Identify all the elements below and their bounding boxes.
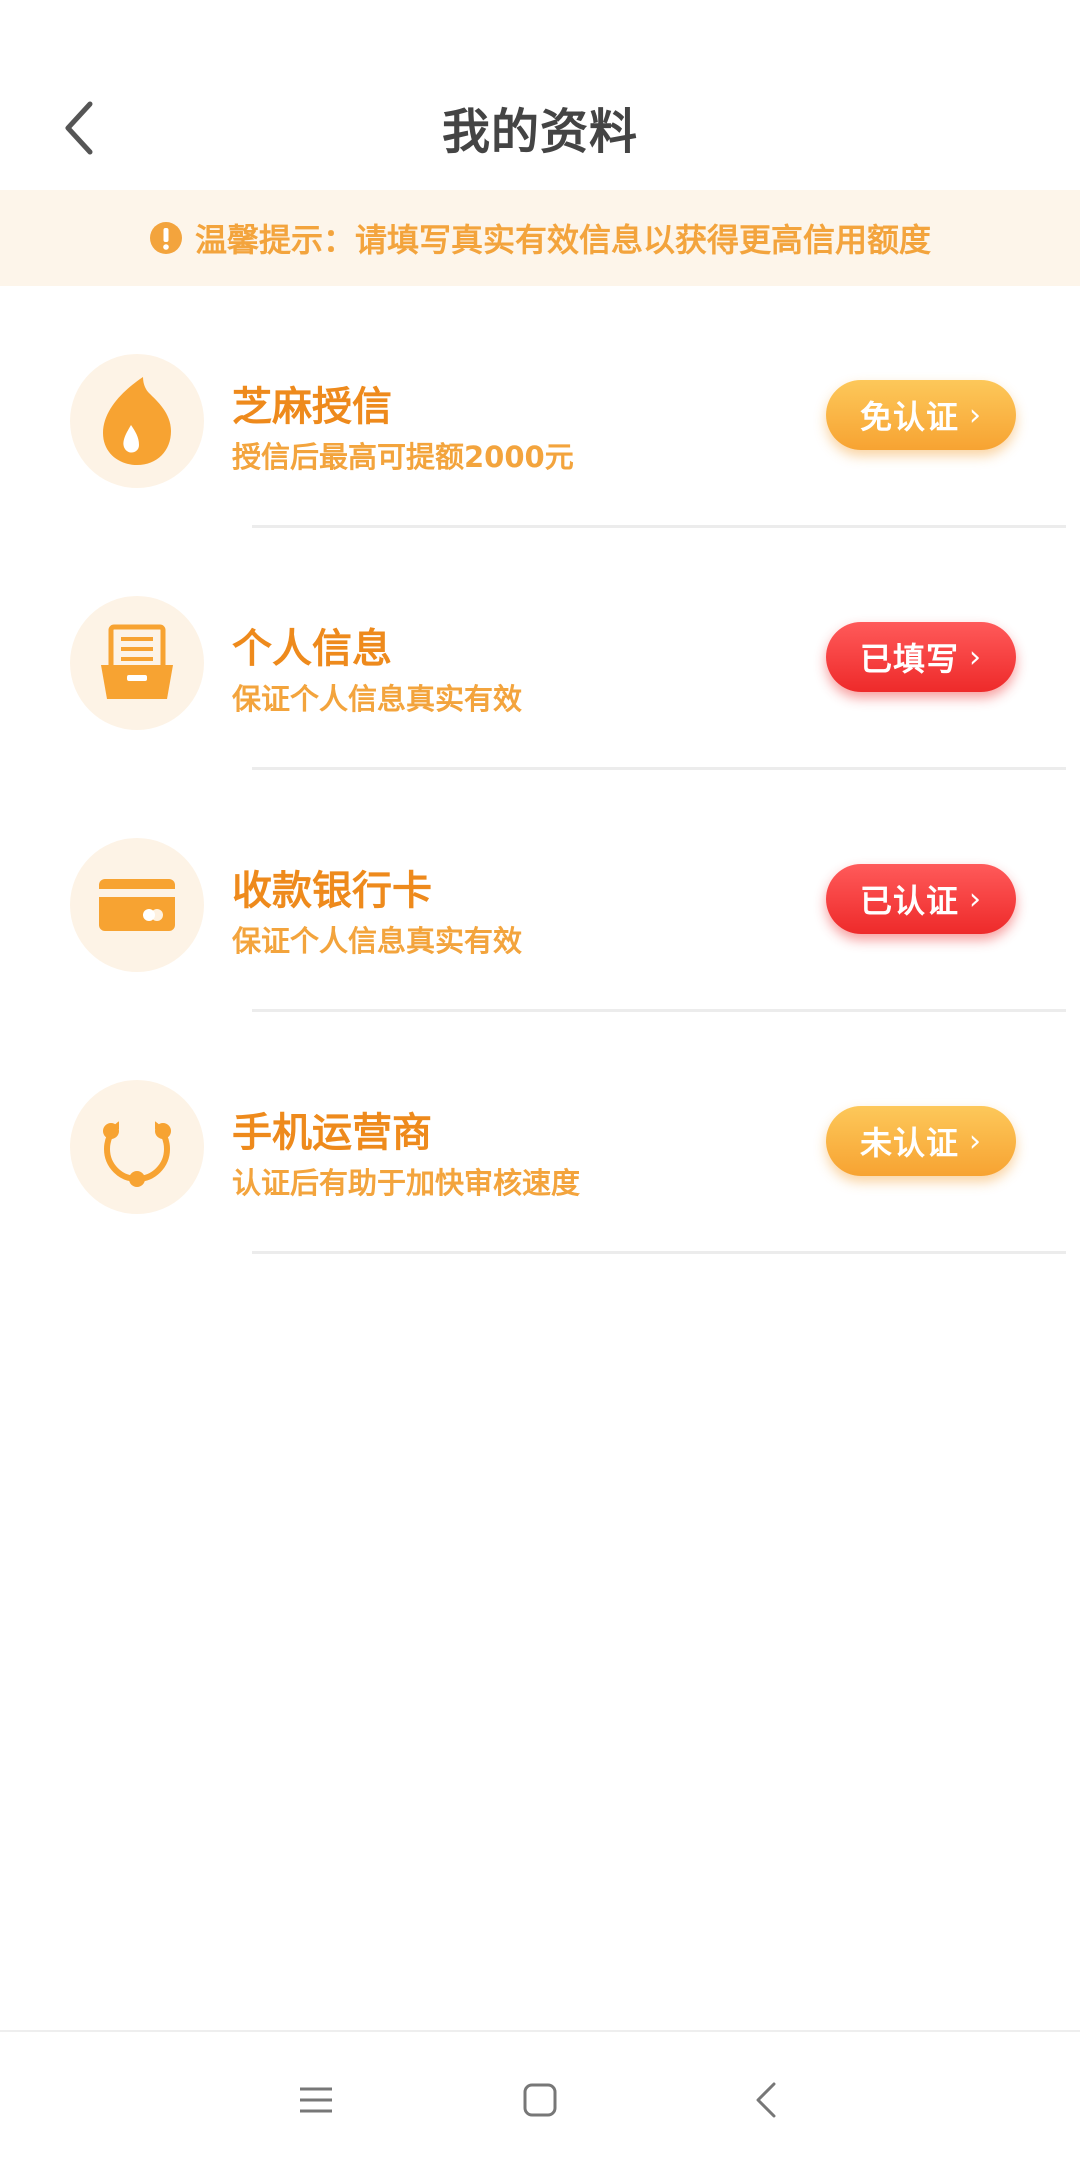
row-icon-container [70,1080,204,1214]
chevron-right-icon: › [969,639,982,675]
row-subtitle: 保证个人信息真实有效 [232,924,523,958]
home-square-icon [523,2083,557,2117]
verify-free-button[interactable]: 免认证 › [826,380,1016,450]
unverified-button[interactable]: 未认证 › [826,1106,1016,1176]
exclamation-circle-icon [149,222,182,254]
list-item-sesame-credit[interactable]: 芝麻授信 授信后最高可提额2000元 免认证 › [0,286,1080,528]
network-nodes-icon [103,1115,171,1187]
row-icon-container [70,596,204,730]
row-subtitle: 认证后有助于加快审核速度 [232,1166,581,1200]
sesame-drop-icon [103,377,171,465]
row-title: 芝麻授信 [232,384,392,430]
system-nav-bar [0,2030,1080,2162]
row-icon-container [70,838,204,972]
profile-list: 芝麻授信 授信后最高可提额2000元 免认证 › 个人信息 保证个人信息真实有效… [0,286,1080,1254]
row-title: 手机运营商 [232,1110,432,1156]
chevron-right-icon: › [969,397,982,433]
button-label: 已认证 [859,882,959,920]
button-label: 未认证 [859,1124,959,1162]
row-title: 收款银行卡 [232,868,432,914]
divider [252,1251,1066,1254]
row-title: 个人信息 [232,626,392,672]
back-triangle-icon [756,2082,776,2118]
filled-button[interactable]: 已填写 › [826,622,1016,692]
button-label: 已填写 [859,640,959,678]
notice-banner: 温馨提示：请填写真实有效信息以获得更高信用额度 [0,190,1080,286]
menu-icon [300,2087,332,2113]
page-title: 我的资料 [441,104,638,160]
button-label: 免认证 [859,398,959,436]
bank-card-icon [99,879,175,931]
nav-home-button[interactable] [510,2072,570,2128]
row-subtitle: 授信后最高可提额2000元 [232,440,574,474]
list-item-personal-info[interactable]: 个人信息 保证个人信息真实有效 已填写 › [0,528,1080,770]
header: 我的资料 [0,0,1080,190]
chevron-right-icon: › [969,881,982,917]
row-subtitle: 保证个人信息真实有效 [232,682,523,716]
list-item-bank-card[interactable]: 收款银行卡 保证个人信息真实有效 已认证 › [0,770,1080,1012]
list-item-mobile-carrier[interactable]: 手机运营商 认证后有助于加快审核速度 未认证 › [0,1012,1080,1254]
verified-button[interactable]: 已认证 › [826,864,1016,934]
nav-back-button[interactable] [736,2072,796,2128]
row-icon-container [70,354,204,488]
document-tray-icon [101,624,173,699]
nav-menu-button[interactable] [286,2072,346,2128]
notice-text: 温馨提示：请填写真实有效信息以获得更高信用额度 [194,221,931,259]
chevron-right-icon: › [969,1123,982,1159]
